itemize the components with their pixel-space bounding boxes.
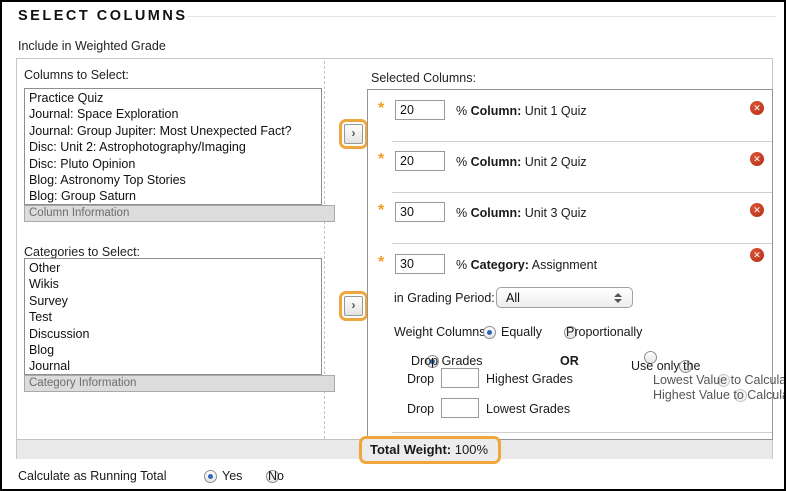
drop-lowest-grades-input[interactable] xyxy=(441,398,479,418)
row-separator xyxy=(392,243,772,244)
equally-label: Equally xyxy=(501,325,542,339)
row-kind: Column: xyxy=(471,206,522,220)
columns-to-select-label: Columns to Select: xyxy=(24,68,129,82)
category-option[interactable]: Wikis xyxy=(25,276,321,292)
required-asterisk: * xyxy=(378,100,384,118)
category-information-bar[interactable]: Category Information xyxy=(24,375,335,392)
running-total-label: Calculate as Running Total xyxy=(18,469,166,483)
move-categories-button[interactable]: › xyxy=(344,296,363,316)
row-kind: Column: xyxy=(471,104,522,118)
row-label: % Category: Assignment xyxy=(456,258,597,272)
chevron-right-icon: › xyxy=(352,298,356,312)
percent-sign: % xyxy=(456,104,467,118)
row-name: Unit 2 Quiz xyxy=(525,155,587,169)
column-information-bar[interactable]: Column Information xyxy=(24,205,335,222)
required-asterisk: * xyxy=(378,254,384,272)
column-option[interactable]: Journal: Space Exploration xyxy=(25,106,321,122)
column-option[interactable]: Disc: Pluto Opinion xyxy=(25,156,321,172)
highest-value-label: Highest Value to Calculate xyxy=(653,388,786,402)
weight-columns-label: Weight Columns: xyxy=(394,325,489,339)
category-option[interactable]: Survey xyxy=(25,293,321,309)
category-option[interactable]: Blog xyxy=(25,342,321,358)
weight-input-unit-1-quiz[interactable] xyxy=(395,100,445,120)
delete-row-icon[interactable]: ✕ xyxy=(750,203,764,217)
category-option[interactable]: Discussion xyxy=(25,326,321,342)
row-separator xyxy=(392,432,772,433)
select-columns-screen: SELECT COLUMNS Include in Weighted Grade… xyxy=(0,0,786,491)
use-only-the-label: Use only the xyxy=(631,359,700,373)
lowest-grades-label: Lowest Grades xyxy=(486,402,570,416)
column-option[interactable]: Journal: Group Jupiter: Most Unexpected … xyxy=(25,123,321,139)
total-weight-label: Total Weight: xyxy=(370,442,451,457)
weight-input-unit-3-quiz[interactable] xyxy=(395,202,445,222)
title-rule xyxy=(188,16,776,17)
selected-columns-panel: * % Column: Unit 1 Quiz ✕ * % Column: Un… xyxy=(367,89,773,440)
grading-period-label: in Grading Period: xyxy=(394,291,495,305)
categories-to-select-listbox[interactable]: Other Wikis Survey Test Discussion Blog … xyxy=(24,258,322,375)
weight-input-category-assignment[interactable] xyxy=(395,254,445,274)
categories-to-select-label: Categories to Select: xyxy=(24,245,140,259)
include-in-weighted-grade-label: Include in Weighted Grade xyxy=(18,39,166,53)
delete-row-icon[interactable]: ✕ xyxy=(750,248,764,262)
columns-to-select-listbox[interactable]: Practice Quiz Journal: Space Exploration… xyxy=(24,88,322,205)
percent-sign: % xyxy=(456,155,467,169)
column-option[interactable]: Disc: Unit 2: Astrophotography/Imaging xyxy=(25,139,321,155)
equally-radio[interactable] xyxy=(483,326,496,339)
lowest-value-label: Lowest Value to Calculate xyxy=(653,373,786,387)
proportionally-label: Proportionally xyxy=(566,325,642,339)
row-name: Assignment xyxy=(532,258,597,272)
page-title: SELECT COLUMNS xyxy=(18,8,188,24)
required-asterisk: * xyxy=(378,202,384,220)
delete-row-icon[interactable]: ✕ xyxy=(750,101,764,115)
drop-highest-label-drop: Drop xyxy=(407,372,434,386)
row-label: % Column: Unit 1 Quiz xyxy=(456,104,587,118)
required-asterisk: * xyxy=(378,151,384,169)
selected-columns-label: Selected Columns: xyxy=(371,71,476,85)
total-weight-highlight: Total Weight: 100% xyxy=(359,436,501,464)
drop-lowest-label-drop: Drop xyxy=(407,402,434,416)
delete-row-icon[interactable]: ✕ xyxy=(750,152,764,166)
move-columns-button[interactable]: › xyxy=(344,124,363,144)
category-option[interactable]: Test xyxy=(25,309,321,325)
running-total-yes-radio[interactable] xyxy=(204,470,217,483)
row-kind: Column: xyxy=(471,155,522,169)
highest-grades-label: Highest Grades xyxy=(486,372,573,386)
weight-input-unit-2-quiz[interactable] xyxy=(395,151,445,171)
column-option[interactable]: Practice Quiz xyxy=(25,90,321,106)
row-label: % Column: Unit 2 Quiz xyxy=(456,155,587,169)
row-separator xyxy=(392,192,772,193)
percent-sign: % xyxy=(456,258,467,272)
running-total-no-label: No xyxy=(268,469,284,483)
total-weight-value: 100% xyxy=(455,442,488,457)
weighted-grade-selection-box: Columns to Select: Practice Quiz Journal… xyxy=(16,58,773,459)
running-total-yes-label: Yes xyxy=(222,469,242,483)
or-label: OR xyxy=(560,354,579,368)
chevron-right-icon: › xyxy=(352,126,356,140)
column-option[interactable]: Blog: Astronomy Top Stories xyxy=(25,172,321,188)
category-option[interactable]: Other xyxy=(25,260,321,276)
move-categories-highlight: › xyxy=(339,291,368,321)
row-separator xyxy=(392,141,772,142)
row-kind: Category: xyxy=(471,258,529,272)
row-name: Unit 1 Quiz xyxy=(525,104,587,118)
row-name: Unit 3 Quiz xyxy=(525,206,587,220)
row-label: % Column: Unit 3 Quiz xyxy=(456,206,587,220)
grading-period-value: All xyxy=(497,291,610,305)
column-option[interactable]: Blog: Group Saturn xyxy=(25,188,321,204)
move-columns-highlight: › xyxy=(339,119,368,149)
select-stepper-icon xyxy=(610,293,632,303)
percent-sign: % xyxy=(456,206,467,220)
category-option[interactable]: Journal xyxy=(25,358,321,374)
drop-grades-label: Drop Grades xyxy=(411,354,483,368)
grading-period-select[interactable]: All xyxy=(496,287,633,308)
drop-highest-grades-input[interactable] xyxy=(441,368,479,388)
